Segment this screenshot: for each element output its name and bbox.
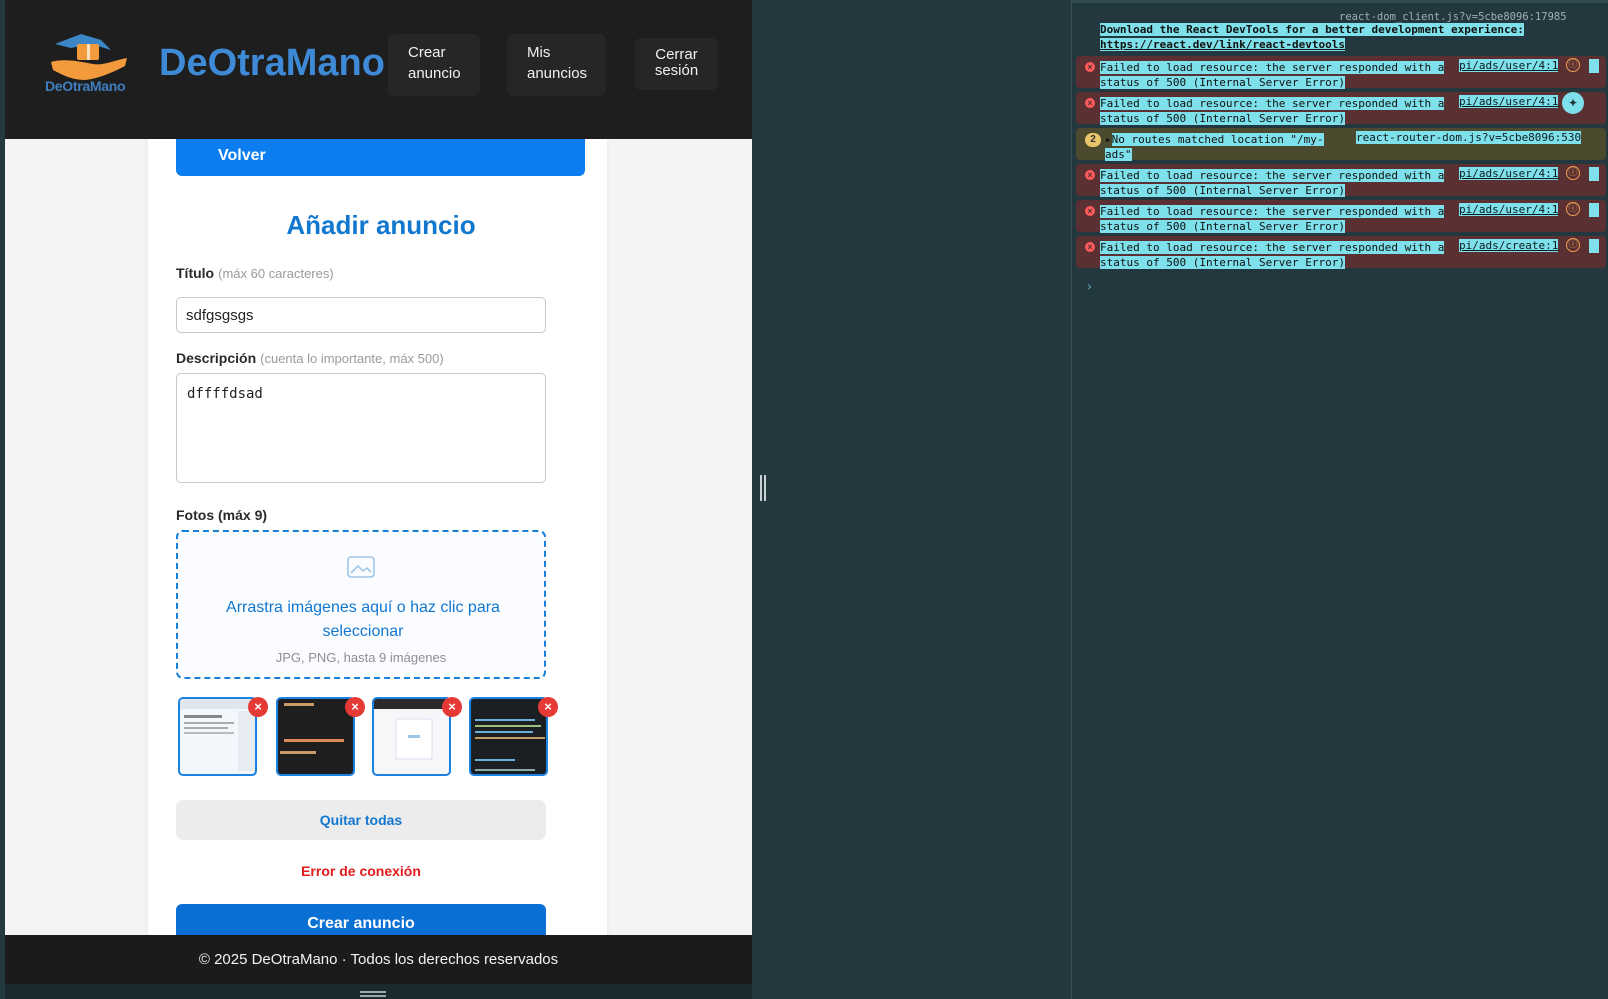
error-line: status of 500 (Internal Server Error): [1100, 219, 1346, 233]
console-source-link[interactable]: pi/ads/user/4:1: [1459, 167, 1559, 180]
title-hint: (máx 60 caracteres): [218, 266, 334, 281]
highlight-marker: [1589, 239, 1599, 253]
console-message-text: Download the React DevTools for a better…: [1100, 23, 1524, 52]
remove-photo-button[interactable]: ×: [538, 697, 558, 717]
photos-label: Fotos (máx 9): [176, 507, 268, 523]
console-message-text: Failed to load resource: the server resp…: [1100, 97, 1445, 126]
ai-insight-icon[interactable]: ⓘ: [1566, 238, 1580, 252]
error-line: Failed to load resource: the server resp…: [1100, 61, 1445, 74]
error-line: status of 500 (Internal Server Error): [1100, 75, 1346, 89]
dropzone-subtext: JPG, PNG, hasta 9 imágenes: [275, 650, 447, 665]
app-footer: © 2025 DeOtraMano · Todos los derechos r…: [5, 935, 752, 984]
error-icon: ×: [1085, 98, 1095, 108]
description-label: Descripción (cuenta lo importante, máx 50…: [176, 350, 444, 366]
description-hint: (cuenta lo importante, máx 500): [260, 351, 444, 366]
console-source-link[interactable]: pi/ads/user/4:1: [1459, 203, 1559, 216]
error-icon: ×: [1085, 206, 1095, 216]
ai-insight-icon[interactable]: ⓘ: [1566, 166, 1580, 180]
console-source-link[interactable]: pi/ads/user/4:1: [1459, 95, 1559, 108]
nav-create-ad-button[interactable]: Crear anuncio: [388, 34, 480, 96]
thumbnail-preview-icon: [180, 699, 255, 771]
logo-text: DeOtraMano: [45, 78, 126, 94]
nav-logout-button[interactable]: Cerrar sesión: [635, 38, 718, 90]
nav-my-ads-button[interactable]: Mis anuncios: [507, 34, 606, 96]
error-line: Failed to load resource: the server resp…: [1100, 169, 1445, 182]
console-error-message: × Failed to load resource: the server re…: [1076, 236, 1606, 270]
remove-photo-button[interactable]: ×: [442, 697, 462, 717]
form-title: Añadir anuncio: [286, 210, 476, 240]
lightbulb-icon[interactable]: ✦: [1562, 92, 1584, 114]
app-header: DeOtraMano DeOtraMano Crear anuncio Mis …: [5, 0, 752, 139]
ai-insight-icon[interactable]: ⓘ: [1566, 58, 1580, 72]
devtools-link[interactable]: https://react.dev/link/react-devtools: [1100, 37, 1346, 51]
brand-title[interactable]: DeOtraMano: [159, 42, 385, 85]
error-icon: ×: [1085, 62, 1095, 72]
console-error-message: × Failed to load resource: the server re…: [1076, 164, 1606, 198]
remove-photo-button[interactable]: ×: [248, 697, 268, 717]
warning-line: ads": [1105, 147, 1132, 161]
console-message-text: Failed to load resource: the server resp…: [1100, 61, 1445, 90]
highlight-marker: [1589, 59, 1599, 73]
error-message: Error de conexión: [301, 863, 421, 879]
error-line: Failed to load resource: the server resp…: [1100, 97, 1445, 110]
title-label: Título (máx 60 caracteres): [176, 265, 334, 281]
thumbnail-preview-icon: [475, 719, 545, 771]
console-error-message: × Failed to load resource: the server re…: [1076, 200, 1606, 234]
error-icon: ×: [1085, 170, 1095, 180]
remove-all-photos-button[interactable]: Quitar todas: [176, 800, 546, 840]
description-label-text: Descripción: [176, 350, 257, 366]
console-info-message: Download the React DevTools for a better…: [1076, 20, 1606, 52]
console-source-link[interactable]: pi/ads/create:1: [1459, 239, 1559, 252]
title-input[interactable]: sdfgsgsgs: [176, 297, 546, 333]
remove-photo-button[interactable]: ×: [345, 697, 365, 717]
error-line: Failed to load resource: the server resp…: [1100, 205, 1445, 218]
console-message-text: Failed to load resource: the server resp…: [1100, 205, 1445, 234]
thumbnail-preview-icon: [280, 703, 344, 754]
devtools-console: react-dom_client.js?v=5cbe8096:17985 Dow…: [1071, 0, 1608, 999]
console-info-line: Download the React DevTools for a better…: [1100, 23, 1524, 36]
title-label-text: Título: [176, 265, 215, 281]
highlight-marker: [1589, 203, 1599, 217]
photo-thumbnail: [469, 697, 548, 776]
console-source-link[interactable]: pi/ads/user/4:1: [1459, 59, 1559, 72]
console-message-text[interactable]: ▸No routes matched location "/my-ads": [1105, 133, 1324, 162]
console-message-text: Failed to load resource: the server resp…: [1100, 169, 1445, 198]
error-line: status of 500 (Internal Server Error): [1100, 183, 1346, 197]
console-input-prompt[interactable]: ›: [1085, 279, 1093, 295]
image-icon: [347, 556, 375, 578]
ai-insight-icon[interactable]: ⓘ: [1566, 202, 1580, 216]
resize-handle-icon[interactable]: [360, 991, 386, 997]
error-line: Failed to load resource: the server resp…: [1100, 241, 1445, 254]
thumbnail-preview-icon: [374, 699, 449, 760]
repeat-count-badge: 2: [1085, 133, 1101, 147]
error-line: status of 500 (Internal Server Error): [1100, 255, 1346, 269]
console-error-message: × Failed to load resource: the server re…: [1076, 92, 1606, 126]
console-source-link[interactable]: react-router-dom.js?v=5cbe8096:530: [1356, 131, 1582, 144]
warning-line: No routes matched location "/my-: [1111, 133, 1324, 146]
highlight-marker: [1589, 167, 1599, 181]
photo-thumbnail: [372, 697, 451, 776]
photo-dropzone[interactable]: Arrastra imágenes aquí o haz clic para s…: [176, 530, 546, 679]
photo-thumbnail: [276, 697, 355, 776]
error-icon: ×: [1085, 242, 1095, 252]
error-line: status of 500 (Internal Server Error): [1100, 111, 1346, 125]
app-viewport: DeOtraMano DeOtraMano Crear anuncio Mis …: [5, 0, 752, 984]
console-warning-message: 2 ▸No routes matched location "/my-ads" …: [1076, 128, 1606, 162]
console-message-text: Failed to load resource: the server resp…: [1100, 241, 1445, 270]
photo-thumbnail: [178, 697, 257, 776]
console-error-message: × Failed to load resource: the server re…: [1076, 56, 1606, 90]
console-divider: [1072, 0, 1608, 3]
description-textarea[interactable]: dffffdsad: [176, 373, 546, 483]
dropzone-text: Arrastra imágenes aquí o haz clic para s…: [226, 599, 500, 640]
panel-splitter-handle[interactable]: [760, 475, 766, 501]
